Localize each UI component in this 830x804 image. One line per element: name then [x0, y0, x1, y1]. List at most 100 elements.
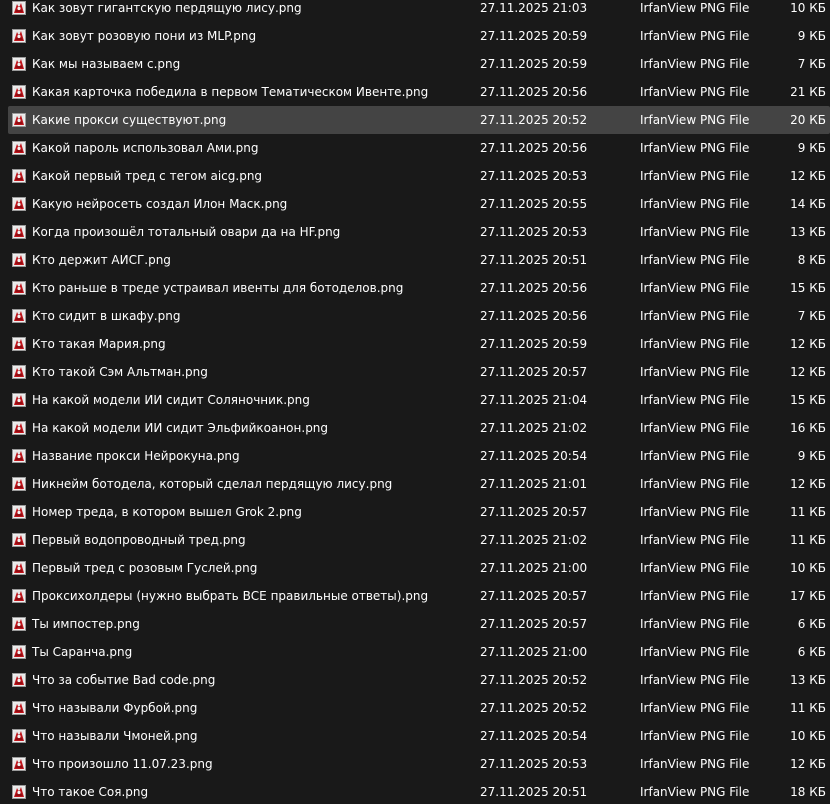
irfanview-png-icon — [12, 85, 26, 99]
file-name: Когда произошёл тотальный овари да на HF… — [32, 225, 341, 239]
file-row[interactable]: Номер треда, в котором вышел Grok 2.png … — [8, 498, 830, 526]
file-row[interactable]: Как зовут розовую пони из MLP.png 27.11.… — [8, 22, 830, 50]
file-row[interactable]: Кто раньше в треде устраивал ивенты для … — [8, 274, 830, 302]
file-date-modified: 27.11.2025 20:59 — [480, 57, 588, 71]
file-size: 15 КБ — [790, 281, 826, 295]
file-date-modified: 27.11.2025 21:02 — [480, 421, 588, 435]
irfanview-png-icon — [12, 309, 26, 323]
file-row[interactable]: Кто такой Сэм Альтман.png 27.11.2025 20:… — [8, 358, 830, 386]
file-type: IrfanView PNG File — [640, 561, 750, 575]
file-date-modified: 27.11.2025 20:53 — [480, 169, 588, 183]
file-row[interactable]: Какую нейросеть создал Илон Маск.png 27.… — [8, 190, 830, 218]
file-name: Как зовут гигантскую пердящую лису.png — [32, 1, 302, 15]
file-type: IrfanView PNG File — [640, 505, 750, 519]
file-row[interactable]: Никнейм ботодела, который сделал пердящу… — [8, 470, 830, 498]
file-row[interactable]: Кто такая Мария.png 27.11.2025 20:59 Irf… — [8, 330, 830, 358]
file-row[interactable]: Что произошло 11.07.23.png 27.11.2025 20… — [8, 750, 830, 778]
file-name: Кто раньше в треде устраивал ивенты для … — [32, 281, 404, 295]
file-row[interactable]: Ты Саранча.png 27.11.2025 21:00 IrfanVie… — [8, 638, 830, 666]
irfanview-png-icon — [12, 225, 26, 239]
file-type: IrfanView PNG File — [640, 141, 750, 155]
file-type: IrfanView PNG File — [640, 757, 750, 771]
file-row[interactable]: Как мы называем c.png 27.11.2025 20:59 I… — [8, 50, 830, 78]
file-row[interactable]: Первый водопроводный тред.png 27.11.2025… — [8, 526, 830, 554]
file-name: Какой пароль использовал Ами.png — [32, 141, 259, 155]
file-date-modified: 27.11.2025 21:00 — [480, 645, 588, 659]
file-size: 8 КБ — [797, 253, 826, 267]
file-date-modified: 27.11.2025 20:54 — [480, 449, 588, 463]
file-name: Какую нейросеть создал Илон Маск.png — [32, 197, 288, 211]
file-name: Название прокси Нейрокуна.png — [32, 449, 240, 463]
file-type: IrfanView PNG File — [640, 477, 750, 491]
file-row[interactable]: Как зовут гигантскую пердящую лису.png 2… — [8, 0, 830, 22]
file-row[interactable]: Ты импостер.png 27.11.2025 20:57 IrfanVi… — [8, 610, 830, 638]
file-row[interactable]: Что называли Чмоней.png 27.11.2025 20:54… — [8, 722, 830, 750]
file-size: 9 КБ — [797, 29, 826, 43]
file-date-modified: 27.11.2025 20:56 — [480, 309, 588, 323]
file-name: Номер треда, в котором вышел Grok 2.png — [32, 505, 302, 519]
file-size: 16 КБ — [790, 421, 826, 435]
file-size: 18 КБ — [790, 785, 826, 799]
file-row[interactable]: Что называли Фурбой.png 27.11.2025 20:52… — [8, 694, 830, 722]
file-row[interactable]: Что такое Соя.png 27.11.2025 20:51 Irfan… — [8, 778, 830, 804]
irfanview-png-icon — [12, 197, 26, 211]
file-row[interactable]: Название прокси Нейрокуна.png 27.11.2025… — [8, 442, 830, 470]
file-row[interactable]: Первый тред с розовым Гуслей.png 27.11.2… — [8, 554, 830, 582]
irfanview-png-icon — [12, 393, 26, 407]
irfanview-png-icon — [12, 673, 26, 687]
irfanview-png-icon — [12, 169, 26, 183]
file-type: IrfanView PNG File — [640, 701, 750, 715]
irfanview-png-icon — [12, 365, 26, 379]
irfanview-png-icon — [12, 421, 26, 435]
file-type: IrfanView PNG File — [640, 729, 750, 743]
file-row[interactable]: Когда произошёл тотальный овари да на HF… — [8, 218, 830, 246]
file-size: 12 КБ — [790, 477, 826, 491]
file-date-modified: 27.11.2025 20:59 — [480, 337, 588, 351]
file-row[interactable]: На какой модели ИИ сидит Соляночник.png … — [8, 386, 830, 414]
file-date-modified: 27.11.2025 20:57 — [480, 589, 588, 603]
file-date-modified: 27.11.2025 20:57 — [480, 505, 588, 519]
file-date-modified: 27.11.2025 20:55 — [480, 197, 588, 211]
file-type: IrfanView PNG File — [640, 197, 750, 211]
file-name: Первый водопроводный тред.png — [32, 533, 246, 547]
file-size: 10 КБ — [790, 729, 826, 743]
file-name: Ты Саранча.png — [32, 645, 133, 659]
irfanview-png-icon — [12, 785, 26, 799]
file-date-modified: 27.11.2025 21:00 — [480, 561, 588, 575]
file-row[interactable]: Какие прокси существуют.png 27.11.2025 2… — [8, 106, 830, 134]
file-type: IrfanView PNG File — [640, 337, 750, 351]
file-row[interactable]: Кто держит АИСГ.png 27.11.2025 20:51 Irf… — [8, 246, 830, 274]
file-date-modified: 27.11.2025 20:52 — [480, 673, 588, 687]
file-date-modified: 27.11.2025 21:03 — [480, 1, 588, 15]
irfanview-png-icon — [12, 701, 26, 715]
file-size: 13 КБ — [790, 225, 826, 239]
file-date-modified: 27.11.2025 20:59 — [480, 29, 588, 43]
irfanview-png-icon — [12, 533, 26, 547]
file-date-modified: 27.11.2025 20:56 — [480, 141, 588, 155]
irfanview-png-icon — [12, 561, 26, 575]
file-size: 6 КБ — [797, 617, 826, 631]
file-size: 6 КБ — [797, 645, 826, 659]
file-size: 12 КБ — [790, 337, 826, 351]
irfanview-png-icon — [12, 505, 26, 519]
file-size: 10 КБ — [790, 1, 826, 15]
file-row[interactable]: Какой пароль использовал Ами.png 27.11.2… — [8, 134, 830, 162]
file-name: Как зовут розовую пони из MLP.png — [32, 29, 257, 43]
file-row[interactable]: Что за событие Bad code.png 27.11.2025 2… — [8, 666, 830, 694]
file-name: На какой модели ИИ сидит Соляночник.png — [32, 393, 310, 407]
file-row[interactable]: Проксихолдеры (нужно выбрать ВСЕ правиль… — [8, 582, 830, 610]
irfanview-png-icon — [12, 617, 26, 631]
file-list: Как зовут гигантскую пердящую лису.png 2… — [0, 0, 830, 804]
file-row[interactable]: На какой модели ИИ сидит Эльфийкоанон.pn… — [8, 414, 830, 442]
file-row[interactable]: Какой первый тред с тегом aicg.png 27.11… — [8, 162, 830, 190]
file-date-modified: 27.11.2025 20:56 — [480, 85, 588, 99]
file-name: Какая карточка победила в первом Тематич… — [32, 85, 429, 99]
file-name: Кто такой Сэм Альтман.png — [32, 365, 208, 379]
file-name: Какие прокси существуют.png — [32, 113, 227, 127]
file-date-modified: 27.11.2025 20:56 — [480, 281, 588, 295]
file-row[interactable]: Кто сидит в шкафу.png 27.11.2025 20:56 I… — [8, 302, 830, 330]
file-name: Что такое Соя.png — [32, 785, 149, 799]
file-size: 15 КБ — [790, 393, 826, 407]
file-name: Кто сидит в шкафу.png — [32, 309, 181, 323]
file-row[interactable]: Какая карточка победила в первом Тематич… — [8, 78, 830, 106]
